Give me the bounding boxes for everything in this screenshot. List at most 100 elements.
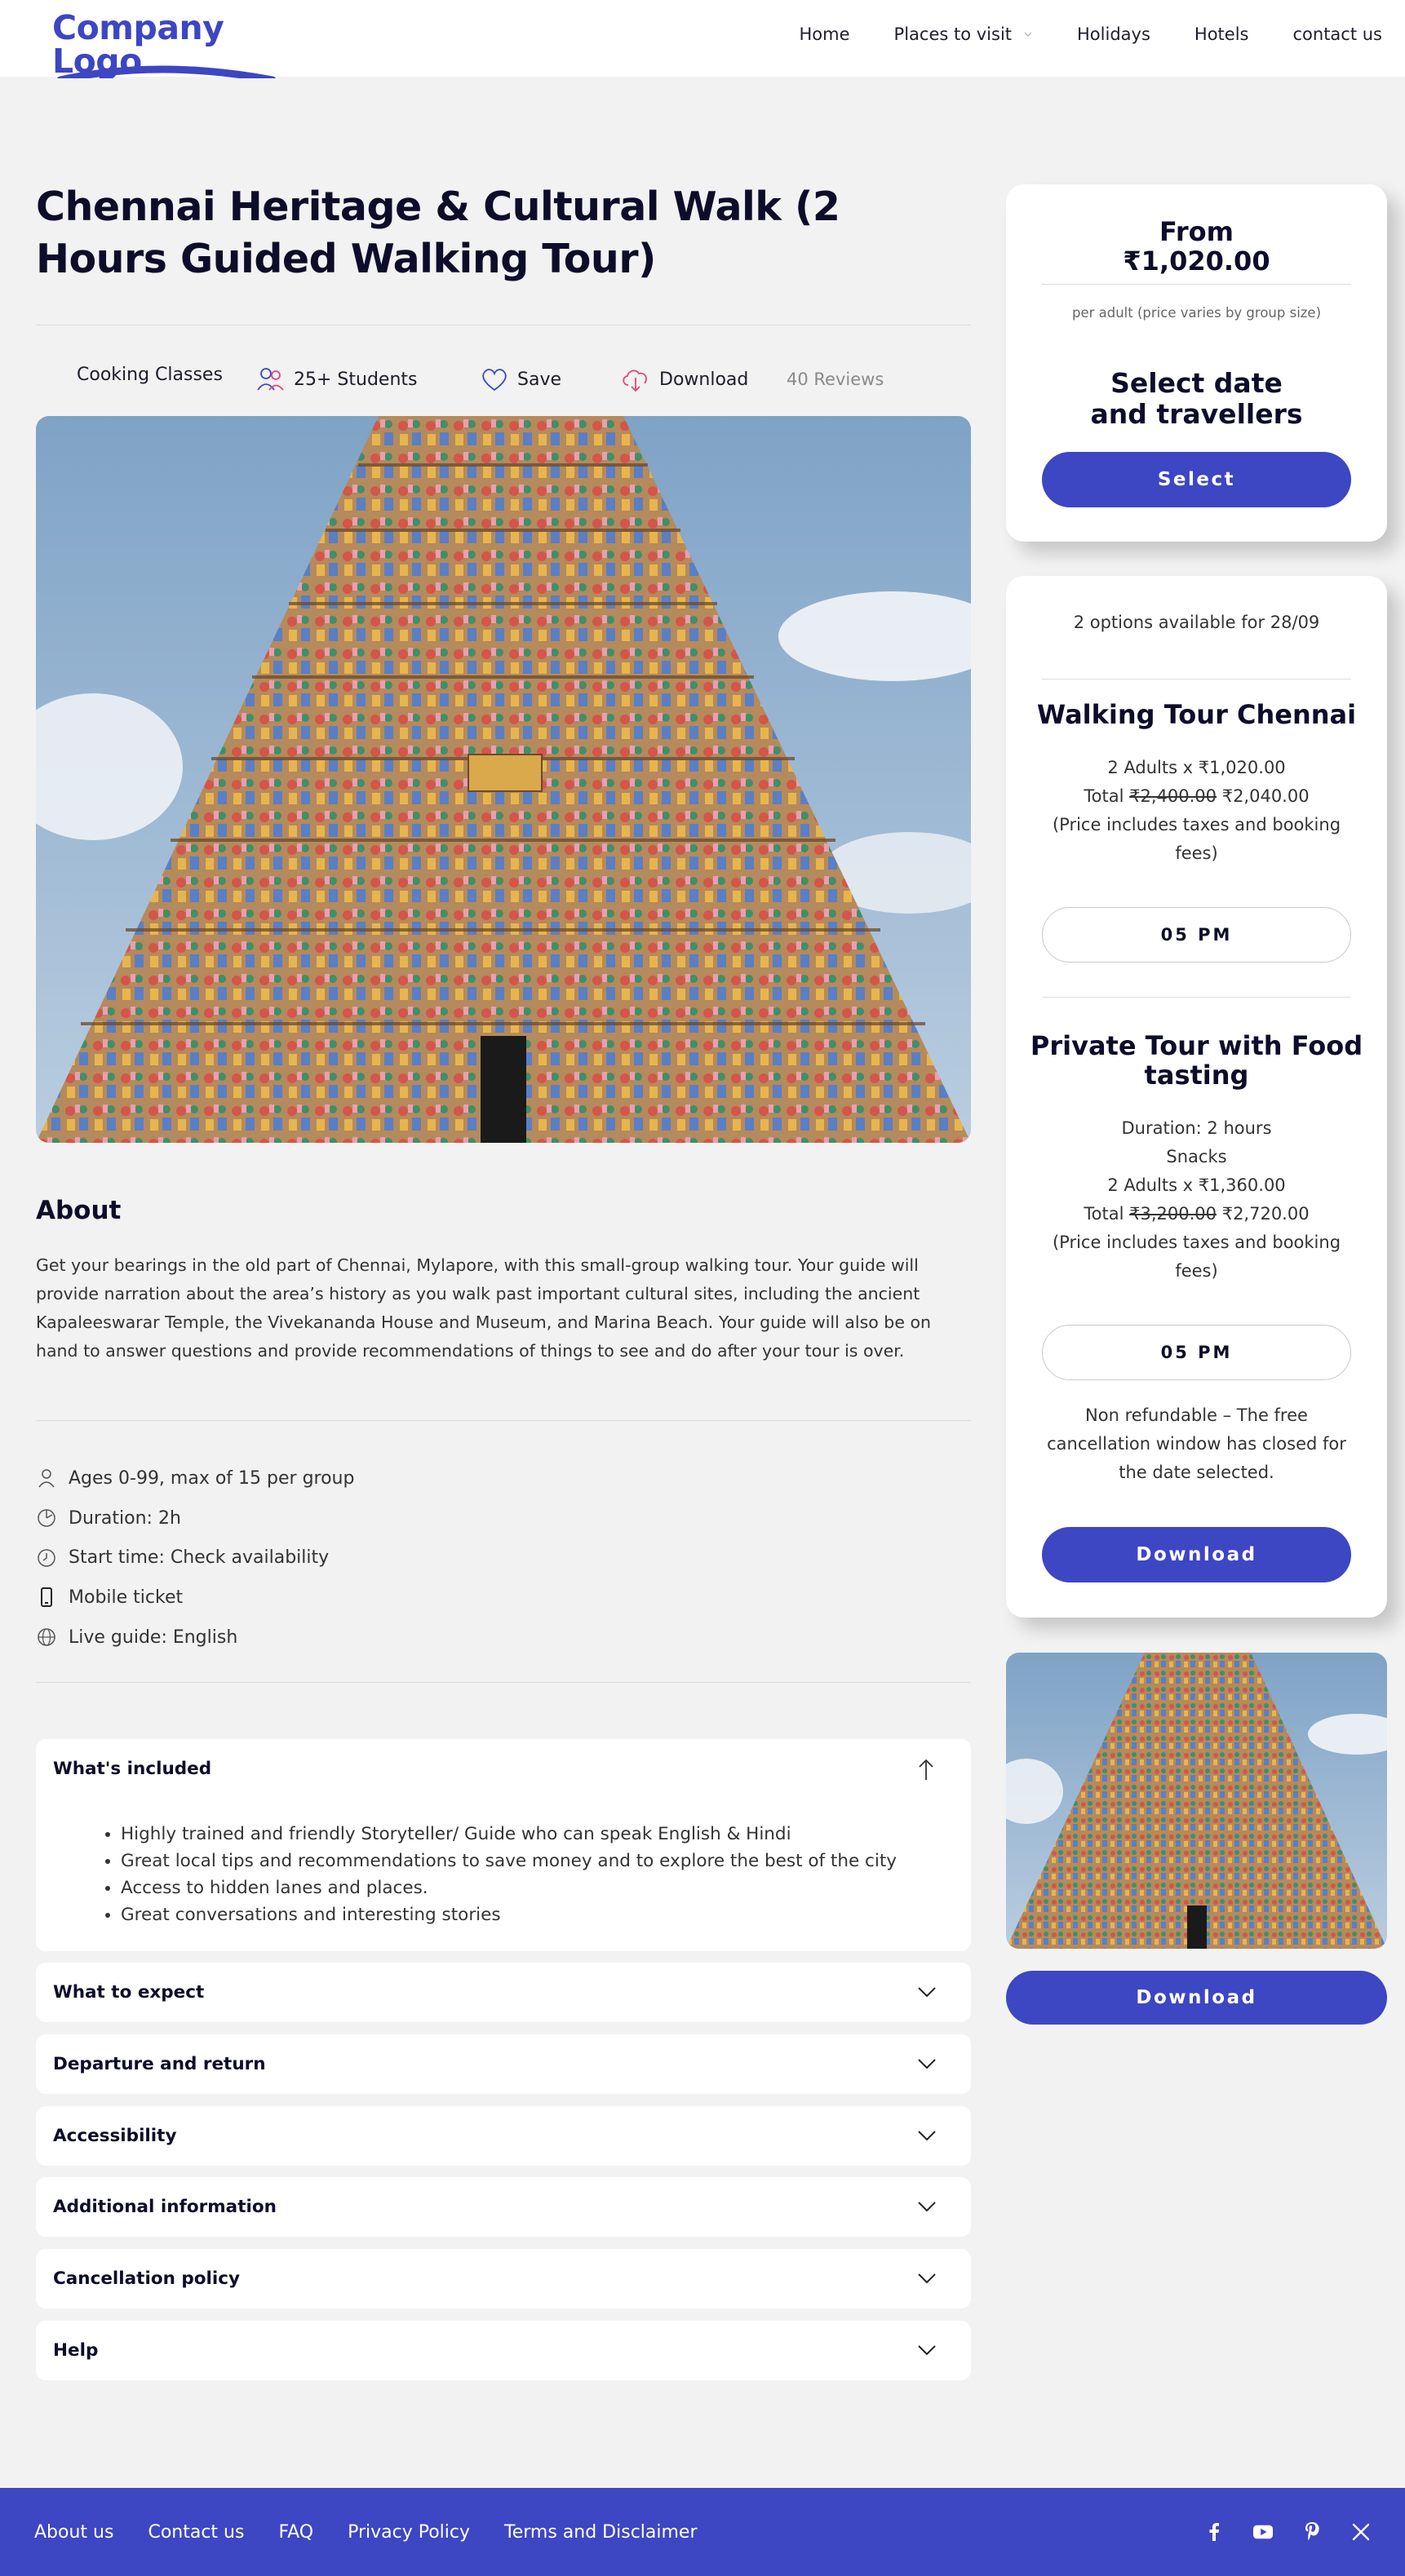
accordion-title: Accessibility bbox=[53, 2126, 177, 2146]
total-label: Total bbox=[1084, 786, 1124, 806]
option2-duration: Duration: 2 hours bbox=[1121, 1118, 1272, 1138]
download-text: Download bbox=[659, 369, 749, 390]
option2-snacks: Snacks bbox=[1166, 1147, 1227, 1166]
option1-time-button[interactable]: 05 PM bbox=[1042, 907, 1351, 963]
reviews-link[interactable]: 40 Reviews bbox=[787, 359, 884, 400]
fact-mobile-ticket-text: Mobile ticket bbox=[69, 1587, 184, 1608]
students-count: 25+ Students bbox=[256, 359, 418, 400]
category-label[interactable]: Cooking Classes bbox=[77, 354, 223, 395]
download-label: Download bbox=[1136, 1987, 1257, 2008]
footer-link-about[interactable]: About us bbox=[34, 2522, 113, 2543]
save-button[interactable]: Save bbox=[480, 359, 561, 400]
site-header: Company Logo Home Places to visit Holida… bbox=[0, 0, 1405, 78]
footer-links: About us Contact us FAQ Privacy Policy T… bbox=[34, 2488, 732, 2576]
facebook-icon[interactable] bbox=[1204, 2522, 1224, 2542]
nav-places-to-visit[interactable]: Places to visit bbox=[894, 24, 1033, 44]
fact-start-time-text: Start time: Check availability bbox=[69, 1547, 330, 1569]
accordion-additional-information[interactable]: Additional information bbox=[36, 2177, 971, 2237]
total-label: Total bbox=[1084, 1204, 1124, 1224]
arrow-up-icon[interactable] bbox=[914, 1757, 938, 1783]
cloud-download-icon bbox=[623, 370, 647, 392]
youtube-icon[interactable] bbox=[1253, 2522, 1273, 2542]
new-price: ₹2,720.00 bbox=[1221, 1204, 1310, 1224]
temple-thumbnail bbox=[1006, 1653, 1387, 1949]
booking-card: From ₹1,020.00 per adult (price varies b… bbox=[1006, 184, 1387, 542]
accordion-departure-and-return[interactable]: Departure and return bbox=[36, 2034, 971, 2094]
included-list: Highly trained and friendly Storyteller/… bbox=[121, 1821, 897, 1928]
download-link[interactable]: Download bbox=[620, 359, 748, 400]
social-links bbox=[1175, 2488, 1371, 2576]
accordion-help[interactable]: Help bbox=[36, 2321, 971, 2380]
list-item: Access to hidden lanes and places. bbox=[121, 1874, 897, 1901]
option1-title: Walking Tour Chennai bbox=[1036, 699, 1357, 730]
nav-home-label: Home bbox=[799, 24, 850, 44]
about-heading: About bbox=[36, 1196, 122, 1225]
new-price: ₹2,040.00 bbox=[1221, 786, 1310, 806]
refund-note: Non refundable – The free cancellation w… bbox=[1047, 1405, 1346, 1482]
company-logo[interactable]: Company Logo bbox=[52, 11, 321, 78]
accordion-title: Cancellation policy bbox=[53, 2268, 241, 2289]
option2-total: Total ₹3,200.00 ₹2,720.00 bbox=[1039, 1200, 1354, 1228]
x-icon[interactable] bbox=[1351, 2522, 1371, 2542]
reviews-text: 40 Reviews bbox=[787, 370, 884, 389]
clock-icon bbox=[38, 1548, 55, 1567]
time-label: 05 PM bbox=[1160, 925, 1233, 945]
nav-holidays[interactable]: Holidays bbox=[1077, 24, 1150, 44]
footer-link-privacy[interactable]: Privacy Policy bbox=[348, 2522, 470, 2543]
hero-temple-image bbox=[36, 416, 971, 1143]
price-note: per adult (price varies by group size) bbox=[1071, 305, 1322, 321]
option1-tax-note: (Price includes taxes and booking fees) bbox=[1052, 815, 1341, 863]
fact-duration-text: Duration: 2h bbox=[69, 1507, 181, 1529]
accordion-whats-included: What's included Highly trained and frien… bbox=[36, 1739, 971, 1951]
fact-mobile-ticket: Mobile ticket bbox=[36, 1578, 354, 1618]
divider bbox=[1042, 997, 1351, 998]
chevron-down-icon bbox=[918, 2131, 936, 2141]
page-title: Chennai Heritage & Cultural Walk (2 Hour… bbox=[36, 184, 840, 282]
accordion-what-to-expect[interactable]: What to expect bbox=[36, 1963, 971, 2022]
accordion-cancellation-policy[interactable]: Cancellation policy bbox=[36, 2249, 971, 2308]
select-heading: Select date and travellers bbox=[1006, 368, 1387, 430]
accordion-title[interactable]: What's included bbox=[53, 1759, 211, 1779]
option2-time-button[interactable]: 05 PM bbox=[1042, 1325, 1351, 1380]
options-download-button[interactable]: Download bbox=[1042, 1527, 1351, 1582]
download-label: Download bbox=[1136, 1544, 1257, 1565]
students-text: 25+ Students bbox=[294, 369, 418, 390]
select-heading-line2: and travellers bbox=[1090, 398, 1303, 430]
fact-ages-text: Ages 0-99, max of 15 per group bbox=[69, 1467, 355, 1489]
fact-live-guide-text: Live guide: English bbox=[69, 1627, 238, 1648]
site-footer: About us Contact us FAQ Privacy Policy T… bbox=[0, 2488, 1405, 2576]
temple-illustration bbox=[36, 416, 971, 1143]
from-price: ₹1,020.00 bbox=[1123, 246, 1270, 277]
side-download-button[interactable]: Download bbox=[1006, 1971, 1387, 2025]
timer-icon bbox=[38, 1509, 55, 1527]
footer-link-faq[interactable]: FAQ bbox=[278, 2522, 313, 2543]
select-button-label: Select bbox=[1157, 469, 1236, 490]
nav-contact-us[interactable]: contact us bbox=[1292, 24, 1382, 44]
nav-home[interactable]: Home bbox=[800, 24, 850, 44]
select-button[interactable]: Select bbox=[1042, 452, 1351, 507]
accordion-title: Help bbox=[53, 2340, 99, 2361]
accordion-title: Departure and return bbox=[53, 2054, 266, 2074]
options-card: 2 options available for 28/09 Walking To… bbox=[1006, 576, 1387, 1618]
accordion-title: Additional information bbox=[53, 2197, 277, 2217]
fact-ages: Ages 0-99, max of 15 per group bbox=[36, 1458, 354, 1498]
time-label: 05 PM bbox=[1160, 1343, 1233, 1362]
footer-link-terms[interactable]: Terms and Disclaimer bbox=[504, 2522, 698, 2543]
divider bbox=[1042, 284, 1351, 285]
tour-meta-row: Cooking Classes 25+ Students Save Downlo… bbox=[36, 359, 971, 400]
nav-places-label: Places to visit bbox=[893, 24, 1013, 44]
fact-start-time: Start time: Check availability bbox=[36, 1538, 354, 1578]
nav-hotels-label: Hotels bbox=[1194, 24, 1249, 44]
option2-tax-note: (Price includes taxes and booking fees) bbox=[1052, 1233, 1341, 1281]
globe-icon bbox=[38, 1628, 55, 1646]
fact-live-guide: Live guide: English bbox=[36, 1618, 354, 1658]
fact-duration: Duration: 2h bbox=[36, 1498, 354, 1538]
accordion-accessibility[interactable]: Accessibility bbox=[36, 2106, 971, 2166]
nav-hotels[interactable]: Hotels bbox=[1194, 24, 1249, 44]
options-available: 2 options available for 28/09 bbox=[1073, 613, 1320, 632]
logo-swoosh bbox=[56, 65, 277, 78]
list-item: Great local tips and recommendations to … bbox=[121, 1848, 897, 1874]
nav-holidays-label: Holidays bbox=[1077, 24, 1150, 44]
footer-link-contact[interactable]: Contact us bbox=[148, 2522, 244, 2543]
pinterest-icon[interactable] bbox=[1302, 2522, 1322, 2542]
